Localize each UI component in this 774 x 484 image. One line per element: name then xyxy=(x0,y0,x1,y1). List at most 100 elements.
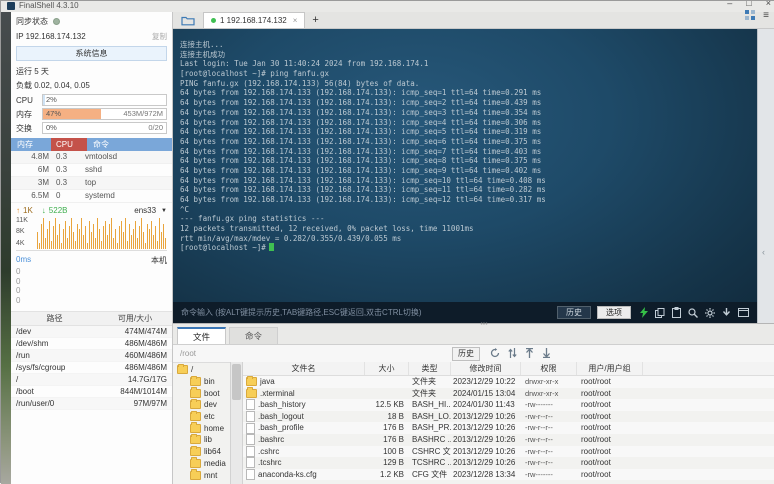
history-button[interactable]: 历史 xyxy=(557,306,591,319)
col-permissions[interactable]: 权限 xyxy=(521,362,577,375)
chevron-down-icon[interactable]: ▼ xyxy=(161,208,167,214)
file-row[interactable]: .xterminal 文件夹 2024/01/15 13:04 drwxr-xr… xyxy=(243,388,774,400)
meter-label: 交换 xyxy=(16,123,42,134)
tree-item[interactable]: bin xyxy=(173,376,230,388)
meter-label: CPU xyxy=(16,96,42,105)
file-row[interactable]: .bash_profile 176 B BASH_PR... 2013/12/2… xyxy=(243,422,774,434)
session-tab[interactable]: 1 192.168.174.132 × xyxy=(203,12,305,28)
file-row[interactable]: anaconda-ks.cfg 1.2 KB CFG 文件 2023/12/28… xyxy=(243,469,774,481)
col-size[interactable]: 大小 xyxy=(365,362,409,375)
path-history-button[interactable]: 历史 xyxy=(452,347,480,361)
file-name: .cshrc xyxy=(258,446,279,458)
col-owner[interactable]: 用户/用户组 xyxy=(577,362,643,375)
tree-scrollbar[interactable] xyxy=(230,362,243,484)
copy-ip-button[interactable]: 复制 xyxy=(152,31,167,42)
tab-files[interactable]: 文件 xyxy=(177,327,226,344)
process-col-cmd[interactable]: 命令 xyxy=(87,138,172,151)
terminal-line: 12 packets transmitted, 12 received, 0% … xyxy=(180,224,757,234)
col-type[interactable]: 类型 xyxy=(409,362,451,375)
download-arrow-icon: ↓ xyxy=(42,206,46,215)
fs-col-size[interactable]: 可用/大小 xyxy=(98,312,172,325)
fs-col-path[interactable]: 路径 xyxy=(11,312,98,325)
process-col-mem[interactable]: 内存 xyxy=(11,138,51,151)
file-panel-tabs: 文件 命令 xyxy=(173,324,774,345)
filesystem-row[interactable]: /sys/fs/cgroup 486M/486M xyxy=(11,362,172,374)
meter-bar: 47% 453M/972M xyxy=(42,108,167,120)
splitter-handle[interactable]: ••• xyxy=(474,323,494,327)
tree-item[interactable]: lib64 xyxy=(173,446,230,458)
terminal-side-gutter[interactable]: ‹ xyxy=(757,29,774,323)
process-row[interactable]: 6M 0.3 sshd xyxy=(11,164,172,177)
command-input[interactable]: 命令输入 (按ALT键提示历史,TAB键路径,ESC键返回,双击CTRL切换) xyxy=(181,307,551,318)
new-window-icon[interactable] xyxy=(738,308,749,317)
file-name: .tcshrc xyxy=(258,457,282,469)
tree-item[interactable]: etc xyxy=(173,411,230,423)
tree-item[interactable]: mnt xyxy=(173,469,230,481)
collapse-panel-icon[interactable]: ‹ xyxy=(762,247,765,257)
download-icon[interactable] xyxy=(542,345,551,363)
filesystem-row[interactable]: /dev/shm 486M/486M xyxy=(11,338,172,350)
terminal-prompt: [root@localhost ~]# xyxy=(180,243,266,252)
terminal-line: PING fanfu.gx (192.168.174.133) 56(84) b… xyxy=(180,79,757,89)
filesystem-row[interactable]: /dev 474M/474M xyxy=(11,326,172,338)
search-icon[interactable] xyxy=(688,308,698,318)
sync-transfer-icon[interactable] xyxy=(508,345,517,363)
refresh-icon[interactable] xyxy=(490,345,500,363)
tree-item[interactable]: media xyxy=(173,458,230,470)
file-row[interactable]: .bashrc 176 B BASHRC ... 2013/12/29 10:2… xyxy=(243,434,774,446)
open-folder-icon[interactable] xyxy=(177,13,199,28)
window-background-strip xyxy=(1,12,11,484)
menu-icon[interactable]: ≡ xyxy=(763,11,769,21)
filesystem-row[interactable]: /run 460M/486M xyxy=(11,350,172,362)
file-row[interactable]: .bash_logout 18 B BASH_LO... 2013/12/29 … xyxy=(243,411,774,423)
tab-commands[interactable]: 命令 xyxy=(229,327,278,344)
scrollbar-thumb[interactable] xyxy=(232,364,241,400)
file-row[interactable]: .bash_history 12.5 KB BASH_HI... 2024/01… xyxy=(243,399,774,411)
tab-close-icon[interactable]: × xyxy=(293,16,298,25)
ping-history-value: 0 xyxy=(11,267,172,277)
grid-view-icon[interactable] xyxy=(745,7,755,25)
terminal-line: 64 bytes from 192.168.174.133 (192.168.1… xyxy=(180,127,757,137)
tree-item[interactable]: dev xyxy=(173,399,230,411)
folder-icon xyxy=(190,400,201,409)
file-name: .bash_profile xyxy=(258,422,304,434)
settings-gear-icon[interactable] xyxy=(705,308,715,318)
paste-icon[interactable] xyxy=(672,307,681,318)
run-lightning-icon[interactable] xyxy=(640,307,648,318)
file-row[interactable]: java 文件夹 2023/12/29 10:22 drwxr-xr-x roo… xyxy=(243,376,774,388)
copy-icon[interactable] xyxy=(655,308,665,318)
process-row[interactable]: 3M 0.3 top xyxy=(11,177,172,190)
file-row[interactable]: .tcshrc 129 B TCSHRC ... 2013/12/29 10:2… xyxy=(243,457,774,469)
tree-item[interactable]: / xyxy=(173,364,230,376)
file-type-icon xyxy=(246,389,257,398)
upload-icon[interactable] xyxy=(525,345,534,363)
scroll-to-bottom-icon[interactable] xyxy=(722,308,731,318)
interface-select[interactable]: ens33 xyxy=(134,206,156,215)
terminal-line: 64 bytes from 192.168.174.133 (192.168.1… xyxy=(180,98,757,108)
folder-icon xyxy=(190,447,201,456)
col-filename[interactable]: 文件名 xyxy=(243,362,365,375)
system-info-button[interactable]: 系统信息 xyxy=(16,46,167,61)
process-row[interactable]: 6.5M 0 systemd xyxy=(11,190,172,203)
meter-value: 453M/972M xyxy=(123,109,163,119)
file-table-body: java 文件夹 2023/12/29 10:22 drwxr-xr-x roo… xyxy=(243,376,774,480)
path-input[interactable]: /root xyxy=(180,349,452,358)
filesystem-row[interactable]: /run/user/0 97M/97M xyxy=(11,398,172,410)
tree-item[interactable]: lib xyxy=(173,434,230,446)
terminal-line: --- fanfu.gx ping statistics --- xyxy=(180,214,757,224)
process-row[interactable]: 4.8M 0.3 vmtoolsd xyxy=(11,151,172,164)
minimize-button[interactable]: – xyxy=(727,1,732,8)
new-tab-button[interactable]: + xyxy=(312,13,318,27)
file-type-icon xyxy=(246,446,255,457)
filesystem-row[interactable]: /boot 844M/1014M xyxy=(11,386,172,398)
file-name: anaconda-ks.cfg xyxy=(258,469,317,481)
options-button[interactable]: 选项 xyxy=(597,306,631,319)
file-row[interactable]: .cshrc 100 B CSHRC 文... 2013/12/29 10:26… xyxy=(243,446,774,458)
tree-item[interactable]: home xyxy=(173,422,230,434)
col-mtime[interactable]: 修改时间 xyxy=(451,362,521,375)
load-average-label: 负载 0.02, 0.04, 0.05 xyxy=(11,78,172,92)
filesystem-row[interactable]: / 14.7G/17G xyxy=(11,374,172,386)
tree-item[interactable]: boot xyxy=(173,387,230,399)
process-col-cpu[interactable]: CPU xyxy=(51,138,87,151)
terminal[interactable]: 连接主机...连接主机成功Last login: Tue Jan 30 11:4… xyxy=(173,29,757,323)
